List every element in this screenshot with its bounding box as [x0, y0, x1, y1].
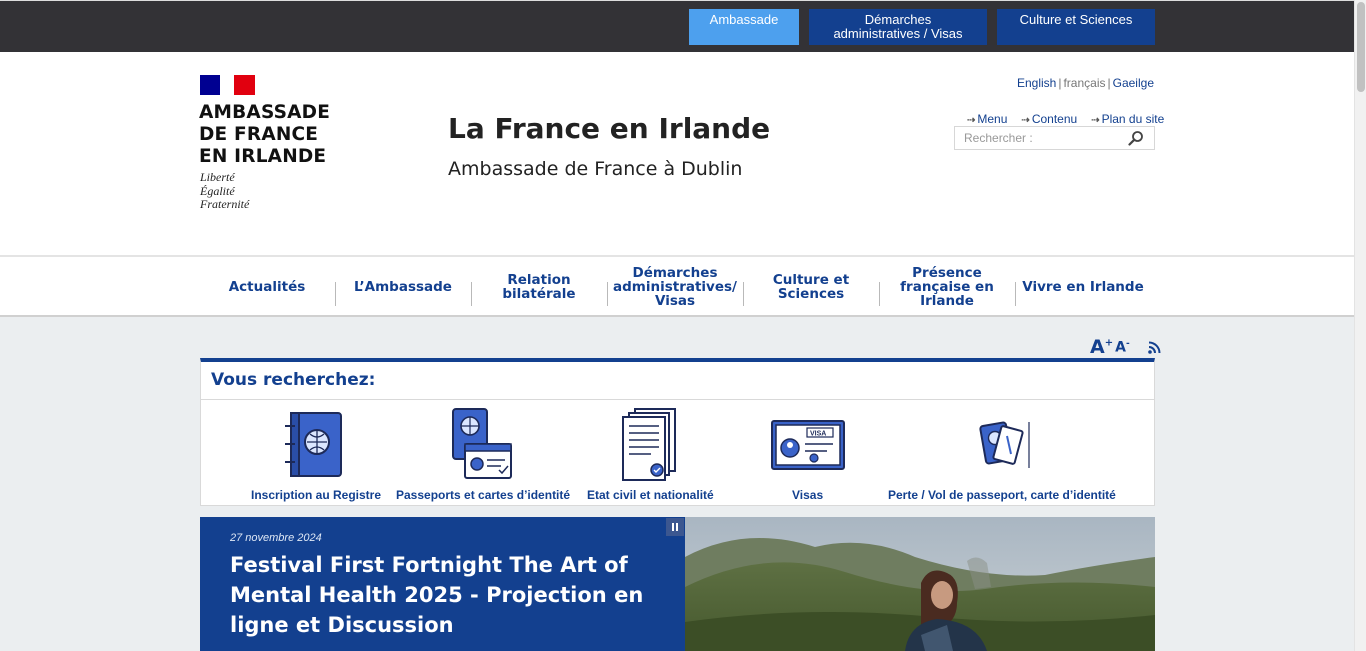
tile-label: Passeports et cartes d’identité — [396, 488, 571, 502]
search-icon[interactable] — [1128, 130, 1144, 146]
search-input[interactable] — [955, 127, 1115, 149]
arrow-icon: ⇢ — [1091, 115, 1100, 126]
tile-label: Inscription au Registre — [251, 488, 382, 502]
nav-item-actualites[interactable]: Actualités — [199, 257, 335, 317]
quick-link-sitemap[interactable]: ⇢ Plan du site — [1091, 112, 1164, 126]
page-tools: A+ A- — [1090, 336, 1161, 358]
tile-label: Etat civil et nationalité — [587, 488, 714, 502]
institution-line: EN IRLANDE — [199, 146, 327, 167]
passport-id-icon — [452, 408, 512, 479]
arrow-icon: ⇢ — [1021, 115, 1030, 126]
civil-status-document-icon — [622, 408, 676, 481]
landscape-photo — [685, 517, 1155, 651]
tile-perte-vol[interactable]: Perte / Vol de passeport, carte d’identi… — [887, 400, 1127, 506]
vertical-scrollbar[interactable] — [1354, 0, 1366, 651]
tile-passeports[interactable]: Passeports et cartes d’identité — [391, 400, 581, 506]
news-title[interactable]: Festival First Fortnight The Art of Ment… — [230, 550, 660, 640]
nav-item-ambassade[interactable]: L’Ambassade — [335, 257, 471, 317]
french-flag-logo[interactable] — [200, 75, 255, 95]
site-header: AMBASSADE DE FRANCE EN IRLANDE Liberté É… — [0, 52, 1354, 255]
main-navigation: Actualités L’Ambassade Relation bilatéra… — [0, 255, 1354, 317]
lang-irish[interactable]: Gaeilge — [1113, 76, 1154, 90]
nav-item-culture[interactable]: Culture et Sciences — [743, 257, 879, 317]
lang-french-current: français — [1063, 76, 1106, 90]
nav-item-relation-bilaterale[interactable]: Relation bilatérale — [471, 257, 607, 317]
news-date: 27 novembre 2024 — [230, 532, 322, 544]
topbar-link-culture[interactable]: Culture et Sciences — [997, 9, 1155, 45]
arrow-icon: ⇢ — [967, 115, 976, 126]
tile-visas[interactable]: VISA Visas — [721, 400, 895, 506]
news-text-panel: 27 novembre 2024 Festival First Fortnigh… — [200, 517, 685, 651]
scrollbar-thumb[interactable] — [1357, 2, 1365, 92]
quick-search-panel: Vous recherchez: Inscription au Registre — [200, 358, 1155, 506]
visa-card-icon: VISA — [771, 420, 845, 470]
news-image[interactable] — [685, 517, 1155, 651]
search-box — [954, 126, 1155, 150]
site-title[interactable]: La France en Irlande — [448, 112, 770, 145]
top-bar: Ambassade Démarches administratives / Vi… — [0, 0, 1354, 52]
tile-label: Perte / Vol de passeport, carte d’identi… — [888, 488, 1116, 502]
lang-english[interactable]: English — [1017, 76, 1056, 90]
lost-passport-icon — [979, 421, 1030, 468]
tile-label: Visas — [792, 488, 824, 502]
language-switcher: English | français | Gaeilge — [1016, 76, 1154, 90]
svg-text:VISA: VISA — [810, 431, 826, 438]
main-content: A+ A- Vous recherchez: Inscription au Re… — [0, 317, 1354, 651]
news-carousel[interactable]: 27 novembre 2024 Festival First Fortnigh… — [200, 517, 1155, 651]
quick-link-content[interactable]: ⇢ Contenu — [1021, 112, 1077, 126]
tile-etat-civil[interactable]: Etat civil et nationalité — [581, 400, 721, 506]
quick-search-title: Vous recherchez: — [201, 362, 1154, 400]
institution-line: DE FRANCE — [199, 124, 319, 145]
registry-book-icon — [285, 412, 342, 477]
quick-links: ⇢ Menu ⇢ Contenu ⇢ Plan du site — [953, 112, 1164, 126]
motto-line: Égalité — [200, 183, 235, 198]
institution-name[interactable]: AMBASSADE DE FRANCE EN IRLANDE — [199, 102, 339, 168]
quick-link-menu[interactable]: ⇢ Menu — [967, 112, 1007, 126]
motto-line: Liberté — [200, 170, 235, 184]
site-subtitle: Ambassade de France à Dublin — [448, 158, 743, 180]
nav-item-vivre[interactable]: Vivre en Irlande — [1015, 257, 1151, 317]
topbar-link-demarches[interactable]: Démarches administratives / Visas — [809, 9, 987, 45]
nav-item-demarches[interactable]: Démarches administratives/ Visas — [607, 257, 743, 317]
font-increase-button[interactable]: A+ — [1090, 336, 1113, 358]
carousel-pause-button[interactable] — [666, 518, 684, 536]
motto-line: Fraternité — [200, 197, 250, 211]
font-decrease-button[interactable]: A- — [1115, 339, 1130, 356]
republic-motto: Liberté Égalité Fraternité — [200, 170, 250, 212]
rss-icon[interactable] — [1147, 341, 1161, 354]
institution-line: AMBASSADE — [199, 102, 331, 123]
nav-item-presence[interactable]: Présence française en Irlande — [879, 257, 1015, 317]
topbar-link-ambassade[interactable]: Ambassade — [689, 9, 799, 45]
